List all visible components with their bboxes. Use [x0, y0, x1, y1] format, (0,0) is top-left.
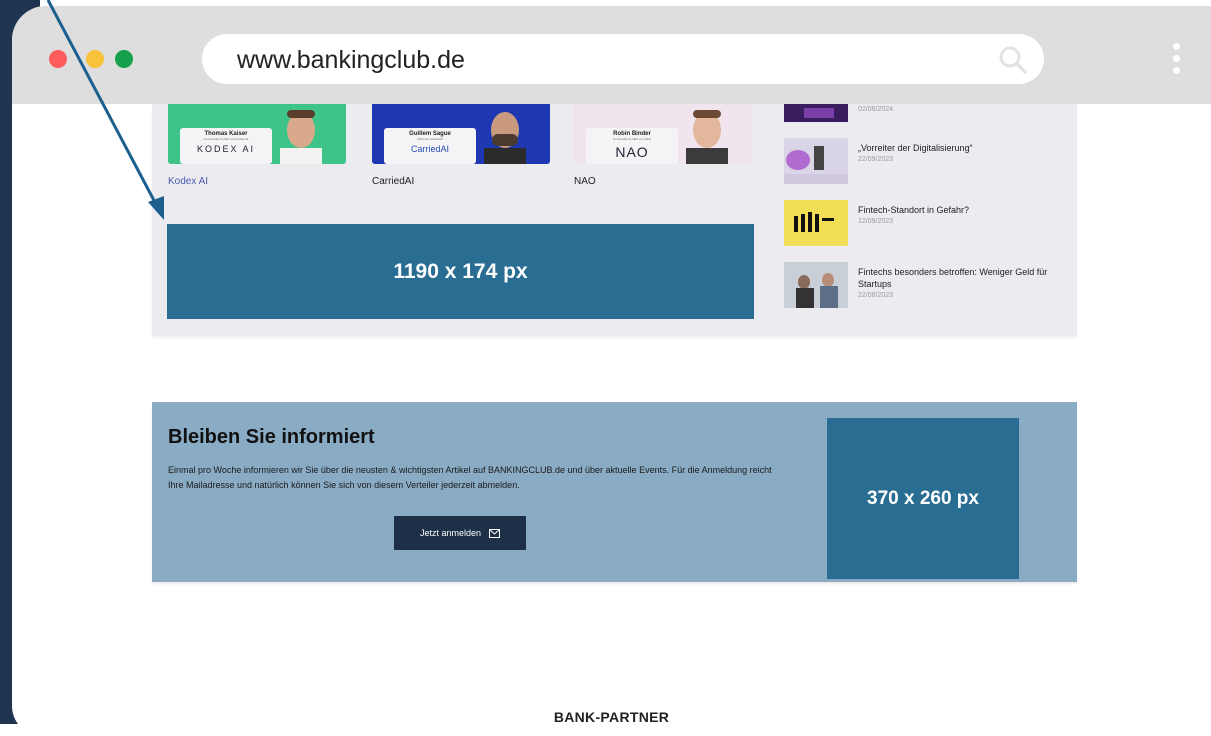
content-panel: Thomas Kaiser Co-Founder & CEO von Kodex…: [152, 104, 1077, 336]
news-thumbnail: [784, 262, 848, 308]
url-text[interactable]: www.bankingclub.de: [237, 46, 465, 75]
card-name-plate: Robin Binder Co-founder & CEO von NAO NA…: [586, 128, 678, 164]
browser-toolbar: www.bankingclub.de: [12, 6, 1211, 104]
news-title: Fintech-Standort in Gefahr?: [858, 205, 970, 215]
interview-card-kodex[interactable]: Thomas Kaiser Co-Founder & CEO von Kodex…: [168, 104, 346, 164]
news-item[interactable]: Fintech-Standort in Gefahr? 12/09/2023: [784, 200, 1074, 246]
card-person-role: CEO von CarriedAI: [417, 137, 443, 141]
company-logo: NAO: [615, 144, 649, 160]
card-caption[interactable]: CarriedAI: [372, 176, 414, 187]
interview-card-nao[interactable]: Robin Binder Co-founder & CEO von NAO NA…: [574, 104, 752, 164]
card-caption[interactable]: Kodex AI: [168, 176, 208, 187]
newsletter-signup-button[interactable]: Jetzt anmelden: [394, 516, 526, 550]
news-thumbnail: [784, 200, 848, 246]
footer-heading: BANK-PARTNER: [553, 709, 670, 725]
ad-placeholder-square: 370 x 260 px: [827, 418, 1019, 579]
news-item[interactable]: „Vorreiter der Digitalisierung“ 22/09/20…: [784, 138, 1074, 184]
news-thumbnail: [784, 104, 848, 122]
ad-size-label: 1190 x 174 px: [393, 259, 528, 283]
card-name-plate: Thomas Kaiser Co-Founder & CEO von Kodex…: [180, 128, 272, 164]
company-logo: KODEX AI: [196, 144, 256, 154]
person-photo: [280, 110, 322, 164]
newsletter-title: Bleiben Sie informiert: [168, 426, 375, 448]
address-bar[interactable]: www.bankingclub.de: [202, 34, 1044, 84]
close-window-button[interactable]: [49, 50, 67, 68]
company-logo: CarriedAI: [410, 144, 449, 154]
news-thumbnail: [784, 138, 848, 184]
news-date: 12/09/2023: [858, 218, 894, 225]
ad-size-label: 370 x 260 px: [867, 487, 979, 509]
browser-window: Thomas Kaiser Co-Founder & CEO von Kodex…: [12, 6, 1211, 736]
maximize-window-button[interactable]: [115, 50, 133, 68]
news-date: 22/08/2023: [858, 292, 894, 299]
search-icon[interactable]: [998, 45, 1028, 75]
card-caption[interactable]: NAO: [574, 176, 596, 187]
news-date: 22/09/2023: [858, 156, 894, 163]
news-date: 02/06/2024: [858, 106, 894, 113]
signup-button-label: Jetzt anmelden: [419, 528, 482, 538]
card-person-role: Co-Founder & CEO von Kodex AI: [203, 137, 249, 141]
person-photo: [484, 112, 526, 164]
minimize-window-button[interactable]: [86, 50, 104, 68]
card-name-plate: Guillem Sague CEO von CarriedAI CarriedA…: [384, 128, 476, 164]
person-photo: [686, 110, 728, 164]
newsletter-description: Einmal pro Woche informieren wir Sie übe…: [168, 465, 772, 490]
newsletter-section: Bleiben Sie informiert Einmal pro Woche …: [152, 402, 1077, 582]
mail-icon: [489, 528, 501, 538]
interview-card-carriedai[interactable]: Guillem Sague CEO von CarriedAI CarriedA…: [372, 104, 550, 164]
news-title: Fintechs besonders betroffen: Weniger Ge…: [858, 267, 1048, 289]
card-person-role: Co-founder & CEO von NAO: [612, 137, 652, 141]
news-item[interactable]: Fintechs besonders betroffen: Weniger Ge…: [784, 262, 1074, 308]
news-title: „Vorreiter der Digitalisierung“: [858, 143, 973, 153]
kebab-menu-icon[interactable]: [1173, 43, 1181, 77]
news-item[interactable]: 02/06/2024: [784, 104, 1074, 124]
ad-placeholder-banner: 1190 x 174 px: [167, 224, 754, 319]
